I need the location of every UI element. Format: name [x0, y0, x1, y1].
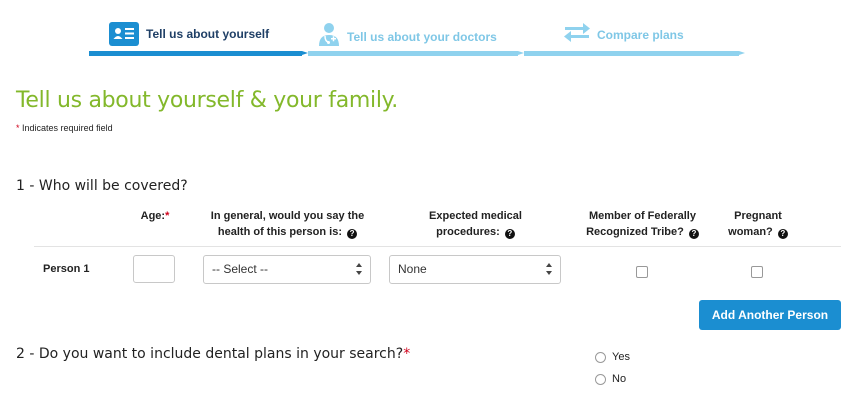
procedures-select[interactable]: None: [389, 255, 561, 284]
pregnant-checkbox[interactable]: [751, 266, 763, 278]
age-input[interactable]: [133, 255, 175, 283]
column-header-text: Age:: [140, 210, 166, 222]
column-header-text: Pregnant: [734, 210, 782, 222]
dental-option-yes[interactable]: Yes: [595, 351, 630, 363]
required-field-note: * Indicates required field: [16, 123, 113, 133]
id-card-icon: [109, 22, 139, 46]
help-icon[interactable]: ?: [688, 229, 699, 239]
progress-segment: [308, 51, 518, 56]
section-heading-who-covered: 1 - Who will be covered?: [16, 178, 188, 194]
progress-segment: [524, 51, 739, 56]
health-select[interactable]: -- Select --: [203, 255, 371, 284]
step-label: Tell us about your doctors: [347, 29, 497, 44]
select-arrows-icon: [356, 263, 362, 275]
help-icon[interactable]: ?: [347, 229, 358, 239]
radio-label: No: [612, 373, 627, 385]
progress-segment-active: [89, 51, 302, 56]
column-header-text: Recognized Tribe?: [586, 226, 684, 238]
column-header-age: Age:*: [133, 208, 177, 224]
help-icon[interactable]: ?: [504, 229, 515, 239]
column-header-text: In general, would you say the: [210, 210, 365, 222]
select-arrows-icon: [546, 263, 552, 275]
radio-button[interactable]: [595, 373, 606, 385]
column-header-text: Member of Federally: [589, 210, 696, 222]
swap-arrows-icon: [563, 22, 591, 47]
column-header-tribe: Member of Federally Recognized Tribe? ?: [575, 208, 710, 240]
person-label: Person 1: [43, 263, 90, 275]
procedures-select-value: None: [398, 262, 427, 276]
required-note-text: Indicates required field: [22, 123, 113, 133]
tribe-member-checkbox[interactable]: [636, 266, 648, 278]
progress-segment-cap: [739, 51, 745, 55]
column-header-procedures: Expected medical procedures: ?: [388, 208, 563, 240]
section-heading-text: 2 - Do you want to include dental plans …: [16, 346, 404, 362]
help-icon[interactable]: ?: [777, 229, 788, 239]
row-divider: [34, 246, 841, 247]
required-star: *: [403, 346, 411, 362]
radio-label: Yes: [612, 351, 630, 363]
step-compare-plans[interactable]: Compare plans: [563, 22, 684, 47]
page-title: Tell us about yourself & your family.: [16, 88, 398, 113]
dental-option-no[interactable]: No: [595, 373, 626, 385]
step-tell-us-about-yourself[interactable]: Tell us about yourself: [109, 22, 269, 46]
column-header-text: woman?: [728, 226, 773, 238]
step-label: Compare plans: [597, 27, 684, 42]
section-heading-dental: 2 - Do you want to include dental plans …: [16, 346, 410, 362]
doctor-icon: [318, 22, 340, 51]
progress-stepper: Tell us about yourself Tell us about you…: [0, 0, 850, 70]
column-header-pregnant: Pregnant woman? ?: [718, 208, 798, 240]
required-star: *: [16, 123, 20, 133]
health-select-value: -- Select --: [212, 262, 269, 276]
column-header-text: Expected medical: [429, 210, 522, 222]
step-label: Tell us about yourself: [146, 27, 270, 41]
column-header-health: In general, would you say the health of …: [200, 208, 375, 240]
required-star: *: [165, 210, 170, 222]
step-tell-us-about-your-doctors[interactable]: Tell us about your doctors: [318, 22, 497, 51]
column-header-text: procedures:: [436, 226, 500, 238]
column-header-text: health of this person is:: [217, 226, 342, 238]
radio-button[interactable]: [595, 351, 606, 363]
add-another-person-button[interactable]: Add Another Person: [699, 300, 841, 330]
